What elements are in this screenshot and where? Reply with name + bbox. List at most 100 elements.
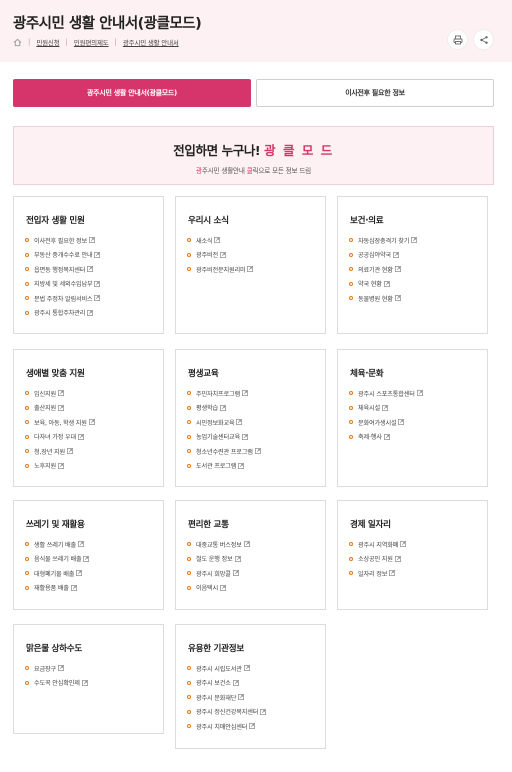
card-link[interactable]: 광주시 정신건강복지센터 [187,705,267,720]
card-link[interactable]: 광주시 스포츠통합센터 [349,386,423,401]
tab-moving-info[interactable]: 이사전후 필요한 정보 [256,79,494,107]
card-link-list: 광주시 시립도서관 광주시 보건소 광주시 문화재단 광주시 정신건강복지센터 광주시 … [187,661,267,734]
card-link[interactable]: 공공심야약국 [349,248,417,263]
external-link-icon [382,404,388,411]
card-link-label: 광주시 지역화폐 [358,541,399,549]
breadcrumb-link-complaint[interactable]: 민원신청 [36,37,59,47]
card-link[interactable]: 지방세 및 세외수입납부 [25,277,101,292]
card-link[interactable]: 보육, 아동, 학생 지원 [25,415,95,430]
card-city-news: 우리시 소식 새소식 광주비전 광주비전문지원리미 [175,196,326,334]
external-link-icon [249,723,256,730]
external-link-icon [234,555,241,562]
card-link[interactable]: 새소식 [187,233,253,248]
card-link-label: 수도꼭 안심확인제 [34,680,80,688]
card-link-label: 대형폐기물 배출 [34,570,75,578]
share-button[interactable] [473,29,494,50]
breadcrumb-separator: | [28,38,31,46]
bullet-icon [25,405,29,410]
bullet-icon [25,434,29,439]
card-link[interactable]: 출산지원 [25,401,95,416]
card-link-label: 약국 현황 [358,281,382,289]
card-link[interactable]: 광주시 희망콜 [187,566,250,581]
breadcrumb-separator: | [65,38,68,46]
card-link[interactable]: 임신지원 [25,386,95,401]
card-link[interactable]: 재활용품 배출 [25,581,89,596]
bullet-icon [349,420,353,425]
card-link[interactable]: 광주시 시립도서관 [187,661,266,676]
card-link[interactable]: 음식물 쓰레기 배출 [25,552,90,567]
card-link-label: 자동심장충격기 찾기 [358,237,410,245]
external-link-icon [242,433,248,440]
breadcrumb-link-guide[interactable]: 광주시민 생활 안내서 [123,37,179,47]
hero-sub-text-2: 릭으로 모든 정보 드림 [252,167,312,175]
card-link[interactable]: 다자녀 가정 우대 [25,430,95,445]
card-link[interactable]: 광주시 보건소 [187,676,266,691]
card-link[interactable]: 주민자치프로그램 [187,386,261,401]
card-link[interactable]: 청,장년 지원 [25,444,95,459]
card-lifecycle-support: 생애별 맞춤 지원 임신지원 출산지원 보육, 아동, 학생 지원 다자녀 가정 우대 청… [13,349,164,487]
card-sports-culture: 체육·문화 광주시 스포츠통합센터 체육시설 문화여가생시설 축제·행사 [337,349,488,487]
card-link[interactable]: 축제·행사 [349,430,423,445]
external-link-icon [214,237,221,244]
card-link-label: 임신지원 [34,390,56,398]
card-link[interactable]: 광주시 치매안심센터 [187,719,266,734]
hero-subtitle: 광주시민 생활안내 클릭으로 모든 정보 드림 [14,165,493,175]
card-link[interactable]: 자동심장충격기 찾기 [349,233,418,248]
card-link[interactable]: 시민정보화교육 [187,415,261,430]
external-link-icon [247,266,254,273]
bullet-icon [187,238,191,243]
card-link[interactable]: 대중교통 버스정보 [187,537,250,552]
card-link[interactable]: 청소년수련관 프로그램 [187,444,261,459]
card-link[interactable]: 철도 운행 정보 [187,552,250,567]
card-link[interactable]: 광주시 통합주차관리 [25,306,100,321]
card-link[interactable]: 의료기관 현황 [349,262,417,277]
card-link[interactable]: 소상공인 지원 [349,552,406,567]
card-link[interactable]: 광주시 지역화폐 [349,537,407,552]
bullet-icon [187,449,191,454]
card-link[interactable]: 이사전후 필요한 정보 [25,233,100,248]
card-link[interactable]: 분법 주정차 알림서비스 [25,291,101,306]
external-link-icon [394,295,401,302]
card-link-list: 대중교통 버스정보 철도 운행 정보광주시 희망콜이음택시 [187,537,250,595]
card-link[interactable]: 동물병원 현황 [349,291,417,306]
card-link[interactable]: 문화여가생시설 [349,415,423,430]
card-link[interactable]: 광주비전 [187,248,253,263]
home-icon[interactable] [12,37,22,47]
external-link-icon [94,280,101,287]
bullet-icon [349,391,353,396]
breadcrumb-link-convenience[interactable]: 민원편의제도 [74,37,109,47]
bullet-icon [25,680,29,685]
card-link[interactable]: 부동산 중개수수료 안내 [25,248,101,263]
card-link[interactable]: 농업기술센터교육 [187,430,261,445]
card-link[interactable]: 광주비전문지원리미 [187,262,254,277]
card-link[interactable]: 일자리 정보 [349,566,406,581]
tab-gwangclick-mode[interactable]: 광주시민 생활 안내서(광클모드) [13,79,251,107]
card-link[interactable]: 광주시 문화재단 [187,690,266,705]
card-link-label: 광주시 통합주차관리 [34,310,86,318]
card-link[interactable]: 요금장구 [25,661,88,676]
card-link[interactable]: 읍면동 행정복지센터 [25,262,100,277]
card-link[interactable]: 약국 현황 [349,277,417,292]
card-link[interactable]: 수도꼭 안심확인제 [25,676,88,691]
card-link-label: 이음택시 [196,585,218,593]
external-link-icon [254,448,261,455]
bullet-icon [25,391,29,396]
external-link-icon [393,251,399,258]
card-link[interactable]: 노후지원 [25,459,95,474]
card-link[interactable]: 체육시설 [349,401,423,416]
bullet-icon [25,463,29,468]
card-link[interactable]: 평생학습 [187,401,261,416]
bullet-icon [187,666,191,671]
card-link-label: 광주시 희망콜 [196,570,231,578]
print-button[interactable] [447,29,468,50]
card-link-label: 새소식 [196,237,213,245]
card-link-label: 일자리 정보 [358,570,388,578]
card-link-label: 이사전후 필요한 정보 [34,237,87,245]
card-link[interactable]: 대형폐기물 배출 [25,566,89,581]
card-link-label: 청,장년 지원 [34,448,65,456]
card-link[interactable]: 도서관 프로그램 [187,459,261,474]
external-link-icon [238,462,245,469]
card-link[interactable]: 이음택시 [187,581,250,596]
card-waste-recycling: 쓰레기 및 재활용 생활 쓰레기 배출 음식물 쓰레기 배출 대형폐기물 배출 재활용품… [13,500,164,610]
card-link[interactable]: 생활 쓰레기 배출 [25,537,89,552]
